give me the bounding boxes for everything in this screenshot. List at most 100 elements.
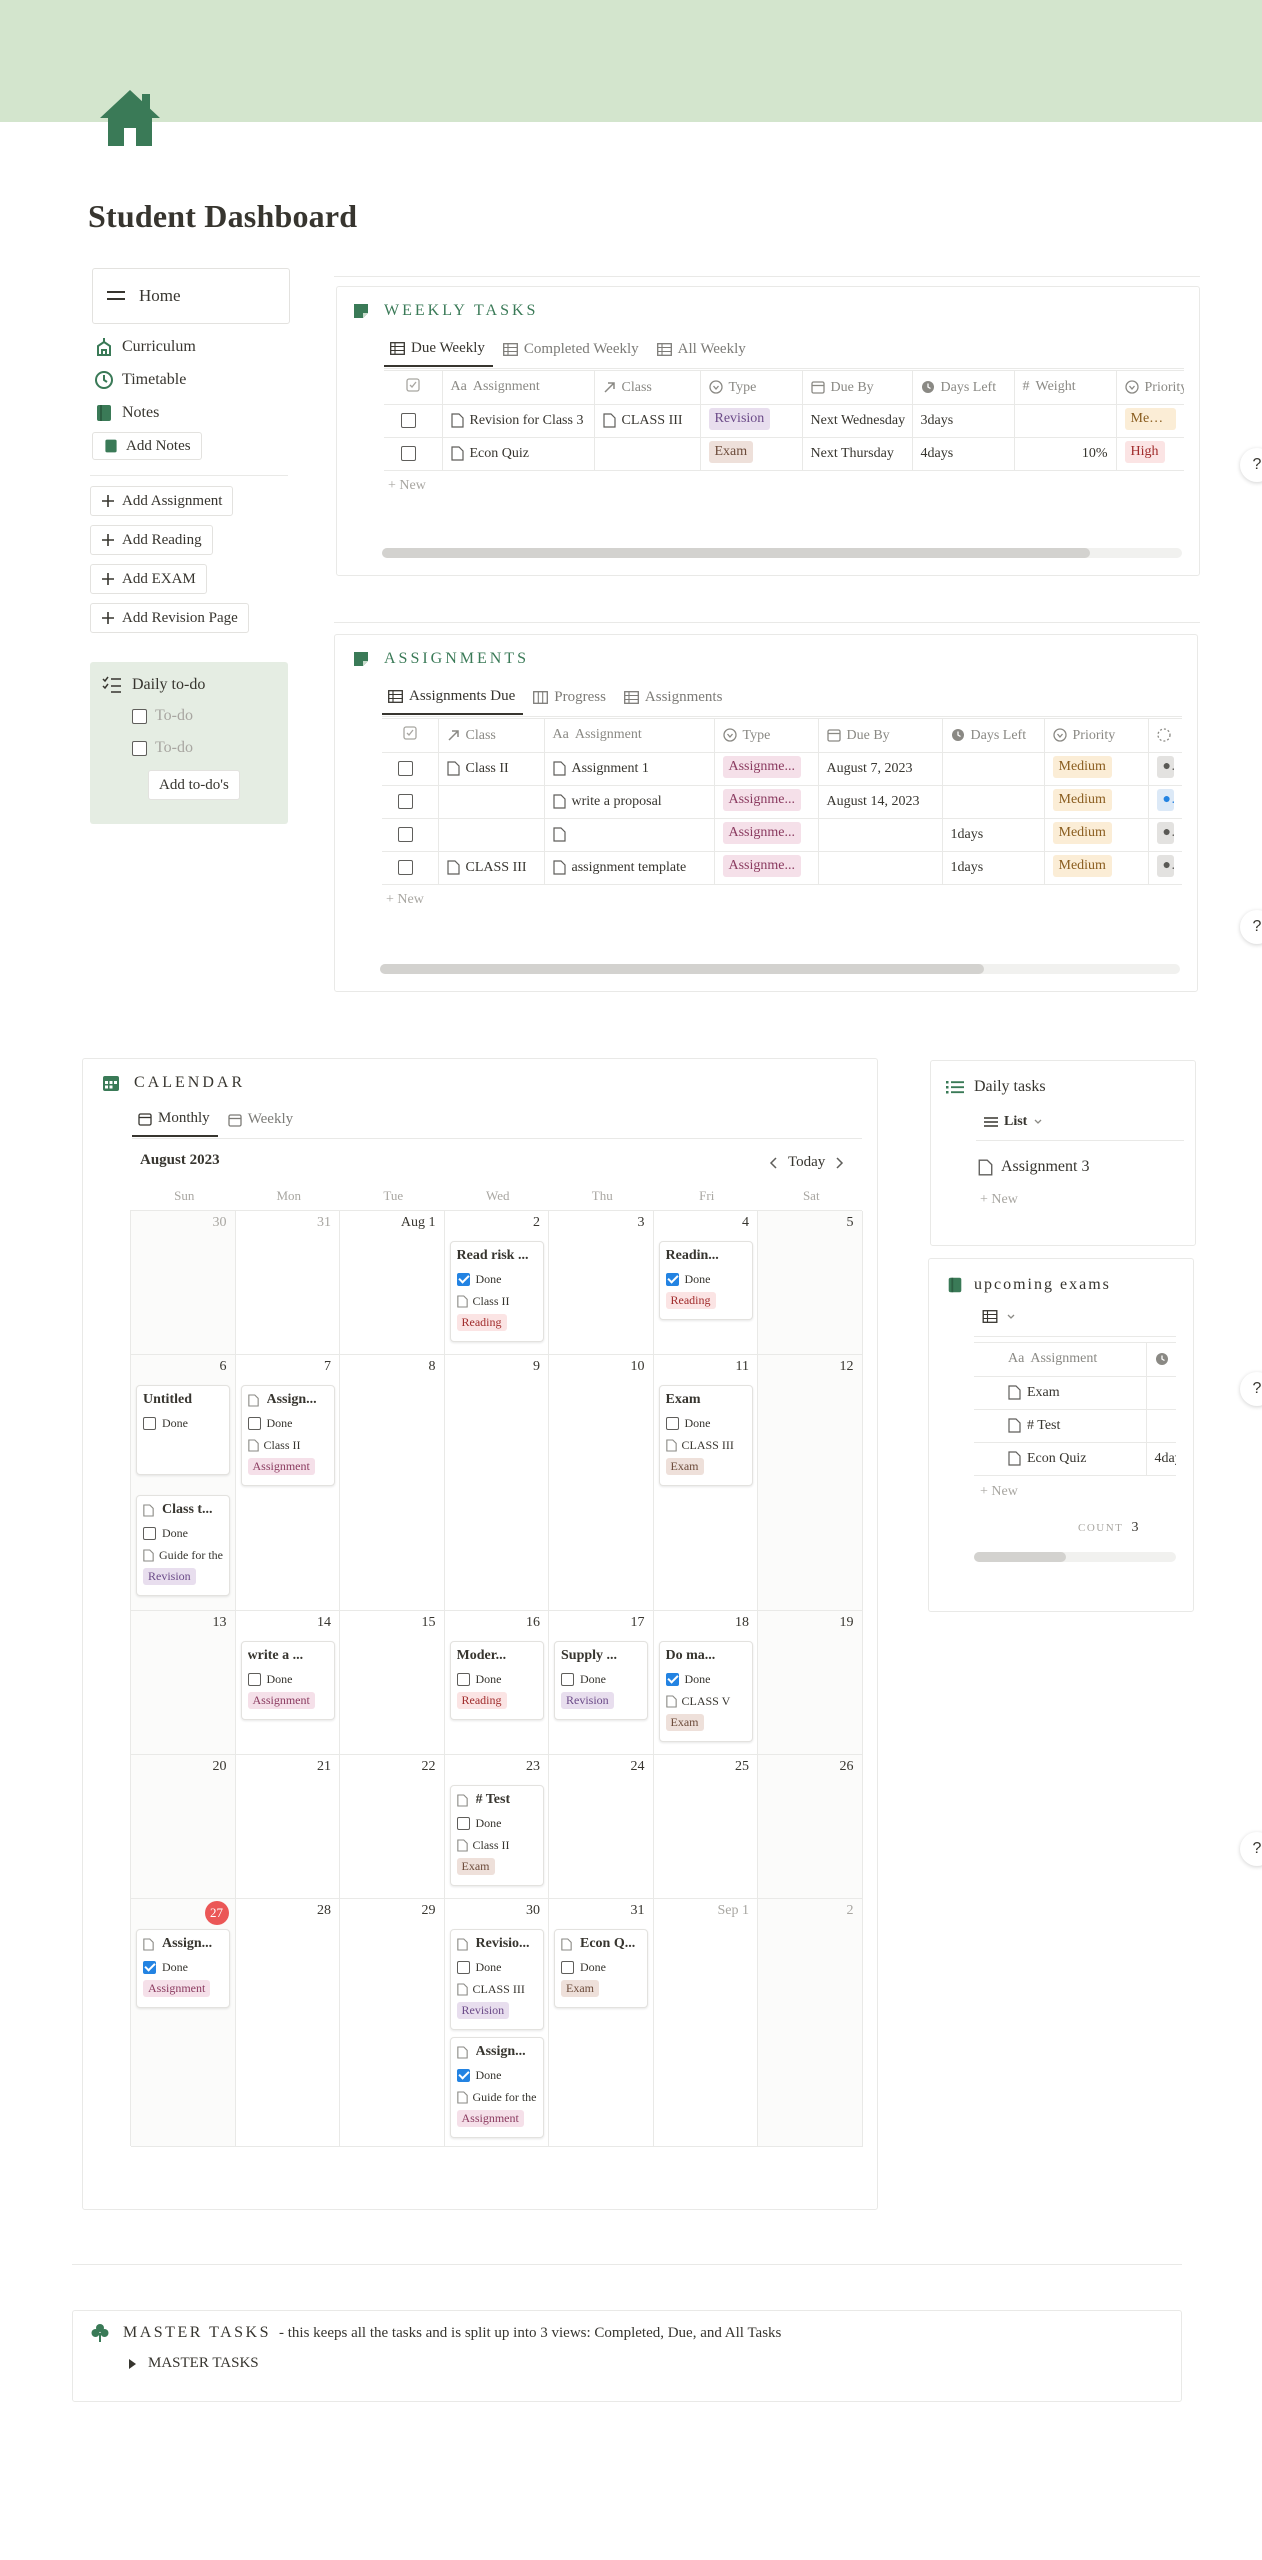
- help-button[interactable]: ?: [1240, 910, 1262, 944]
- cell-assignment[interactable]: write a proposal: [544, 785, 715, 819]
- calendar-day-cell[interactable]: 29: [340, 1899, 445, 2147]
- calendar-event-card[interactable]: Revisio... Done CLASS III Revision: [449, 1929, 544, 2030]
- table-row[interactable]: Revision for Class 3 CLASS III Revision …: [384, 404, 1184, 438]
- col-priority[interactable]: Priority: [1044, 718, 1149, 753]
- cell-priority[interactable]: Medium: [1044, 785, 1149, 819]
- cell-assignment[interactable]: Assignment 1: [544, 752, 715, 786]
- calendar-day-cell[interactable]: 25: [653, 1755, 758, 1899]
- col-weight[interactable]: # Weight: [1014, 370, 1117, 405]
- col-days-left[interactable]: Days Left: [912, 370, 1015, 405]
- cell-status[interactable]: ●: [1148, 851, 1182, 885]
- col-class[interactable]: Class: [438, 718, 545, 753]
- cell-type[interactable]: Exam: [700, 437, 803, 471]
- checkbox[interactable]: [401, 413, 417, 429]
- calendar-day-cell[interactable]: Sep 1: [653, 1899, 758, 2147]
- calendar-day-cell[interactable]: 8: [340, 1355, 445, 1611]
- calendar-day-cell[interactable]: 21: [235, 1755, 340, 1899]
- new-row-button[interactable]: + New: [386, 892, 424, 908]
- col-priority[interactable]: Priority: [1116, 370, 1184, 405]
- done-checkbox[interactable]: [665, 1416, 679, 1430]
- done-checkbox[interactable]: [665, 1672, 679, 1686]
- calendar-event-card[interactable]: Econ Q... Done Exam: [554, 1929, 648, 2008]
- scrollbar-thumb[interactable]: [974, 1552, 1066, 1562]
- sidebar-item-curriculum[interactable]: Curriculum: [92, 330, 292, 363]
- cell-class[interactable]: CLASS III: [594, 404, 701, 438]
- tab-monthly[interactable]: Monthly: [132, 1110, 218, 1137]
- row-checkbox-cell[interactable]: [384, 437, 443, 471]
- calendar-event-card[interactable]: Readin... Done Reading: [658, 1241, 753, 1320]
- calendar-day-cell[interactable]: 31: [235, 1211, 340, 1355]
- calendar-day-cell[interactable]: 19: [758, 1611, 863, 1755]
- calendar-event-card[interactable]: Assign... Done Guide for the Assignment: [449, 2037, 544, 2138]
- add-exam-button[interactable]: Add EXAM: [90, 564, 207, 594]
- checkbox[interactable]: [401, 446, 417, 462]
- tab-assignments[interactable]: Assignments: [618, 688, 731, 715]
- cell-class[interactable]: [438, 818, 545, 852]
- add-assignment-button[interactable]: Add Assignment: [90, 486, 234, 516]
- add-todos-button[interactable]: Add to-do's: [148, 770, 240, 800]
- cell-type[interactable]: Revision: [700, 404, 803, 438]
- calendar-day-cell[interactable]: Aug 1: [340, 1211, 445, 1355]
- chevron-right-icon[interactable]: [835, 1156, 845, 1170]
- todo-item[interactable]: To-do: [102, 700, 276, 732]
- done-checkbox[interactable]: [665, 1272, 679, 1286]
- calendar-day-cell[interactable]: 9: [444, 1355, 549, 1611]
- add-revision-page-button[interactable]: Add Revision Page: [90, 603, 249, 633]
- done-checkbox[interactable]: [247, 1672, 261, 1686]
- col-days-left[interactable]: Days Left: [942, 718, 1045, 753]
- cell-assignment[interactable]: [544, 818, 715, 852]
- cell-class[interactable]: [438, 785, 545, 819]
- new-row-button[interactable]: + New: [980, 1484, 1018, 1500]
- table-row[interactable]: Exam: [974, 1376, 1176, 1410]
- tab-due-weekly[interactable]: Due Weekly: [384, 340, 493, 367]
- cell-class[interactable]: [594, 437, 701, 471]
- list-item[interactable]: Assignment 3: [978, 1158, 1089, 1176]
- row-checkbox-cell[interactable]: [382, 818, 439, 852]
- master-tasks-toggle[interactable]: MASTER TASKS: [129, 2355, 259, 2372]
- cell-due[interactable]: [818, 818, 943, 852]
- col-assignment[interactable]: Aa Assignment: [974, 1342, 1147, 1377]
- table-row[interactable]: Class II Assignment 1 Assignme... August…: [382, 752, 1182, 786]
- col-class[interactable]: Class: [594, 370, 701, 405]
- calendar-event-card[interactable]: # Test Done Class II Exam: [449, 1785, 544, 1886]
- calendar-day-cell[interactable]: 20: [131, 1755, 236, 1899]
- cell-type[interactable]: Assignme...: [714, 785, 819, 819]
- new-item-button[interactable]: + New: [980, 1192, 1018, 1208]
- table-row[interactable]: # Test: [974, 1409, 1176, 1443]
- cell-due[interactable]: August 7, 2023: [818, 752, 943, 786]
- table-row[interactable]: Assignme... 1days Medium ●: [382, 818, 1182, 852]
- toggle-triangle-icon[interactable]: [129, 2358, 136, 2369]
- col-due-by[interactable]: Due By: [818, 718, 943, 753]
- cell-type[interactable]: Assignme...: [714, 851, 819, 885]
- new-row-button[interactable]: + New: [388, 478, 426, 494]
- calendar-day-cell[interactable]: 3: [549, 1211, 654, 1355]
- col-status[interactable]: [1148, 718, 1182, 753]
- tab-all-weekly[interactable]: All Weekly: [651, 340, 754, 367]
- col-days-left[interactable]: [1146, 1342, 1176, 1377]
- checkbox[interactable]: [398, 860, 414, 876]
- calendar-event-card[interactable]: Moder... Done Reading: [449, 1641, 544, 1720]
- cell-status[interactable]: ●: [1148, 785, 1182, 819]
- help-button[interactable]: ?: [1240, 448, 1262, 482]
- done-checkbox[interactable]: [456, 1272, 470, 1286]
- calendar-day-cell[interactable]: 12: [758, 1355, 863, 1611]
- table-row[interactable]: CLASS III assignment template Assignme..…: [382, 851, 1182, 885]
- tab-assignments-due[interactable]: Assignments Due: [382, 688, 524, 715]
- cell-due[interactable]: August 14, 2023: [818, 785, 943, 819]
- scrollbar-thumb[interactable]: [380, 964, 984, 974]
- checkbox[interactable]: [132, 740, 147, 756]
- col-type[interactable]: Type: [700, 370, 803, 405]
- table-row[interactable]: write a proposal Assignme... August 14, …: [382, 785, 1182, 819]
- add-notes-button[interactable]: Add Notes: [92, 432, 202, 460]
- chevron-left-icon[interactable]: [768, 1156, 778, 1170]
- tab-progress[interactable]: Progress: [527, 688, 614, 715]
- calendar-event-card[interactable]: write a ... Done Assignment: [240, 1641, 335, 1720]
- calendar-event-card[interactable]: Exam Done CLASS III Exam: [658, 1385, 753, 1486]
- calendar-day-cell[interactable]: 26: [758, 1755, 863, 1899]
- cell-type[interactable]: Assignme...: [714, 818, 819, 852]
- done-checkbox[interactable]: [456, 1960, 470, 1974]
- calendar-event-card[interactable]: Assign... Done Class II Assignment: [240, 1385, 335, 1486]
- cell-class[interactable]: CLASS III: [438, 851, 545, 885]
- checkbox[interactable]: [132, 708, 147, 724]
- col-checkbox[interactable]: [384, 370, 443, 405]
